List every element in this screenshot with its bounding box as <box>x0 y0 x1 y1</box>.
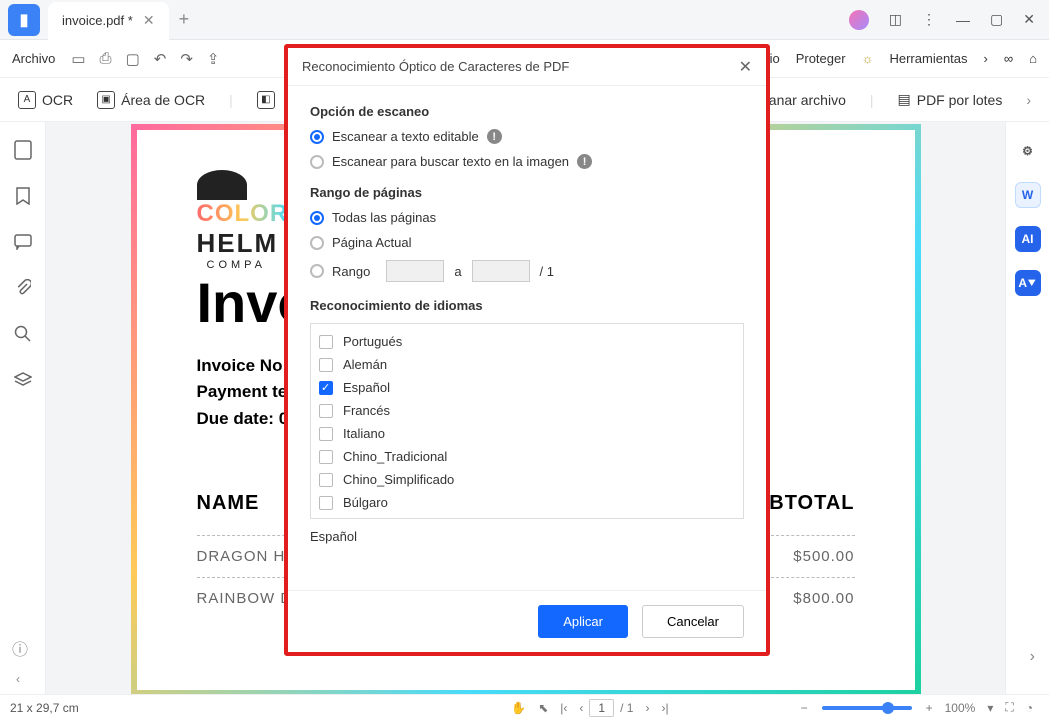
ocr-dialog: Reconocimiento Óptico de Caracteres de P… <box>284 44 770 656</box>
apply-button[interactable]: Aplicar <box>538 605 628 638</box>
checkbox-icon <box>319 450 333 464</box>
selected-languages: Español <box>310 529 744 544</box>
radio-icon <box>310 155 324 169</box>
language-option[interactable]: Español <box>319 376 735 399</box>
scan-search-option[interactable]: Escanear para buscar texto en la imagen … <box>310 154 744 169</box>
dialog-title: Reconocimiento Óptico de Caracteres de P… <box>302 59 569 74</box>
scan-editable-option[interactable]: Escanear a texto editable ! <box>310 129 744 144</box>
language-option[interactable]: Búlgaro <box>319 491 735 514</box>
info-icon[interactable]: ! <box>577 154 592 169</box>
radio-icon <box>310 236 324 250</box>
radio-icon <box>310 264 324 278</box>
pages-current-option[interactable]: Página Actual <box>310 235 744 250</box>
language-option[interactable]: Alemán <box>319 353 735 376</box>
checkbox-icon <box>319 335 333 349</box>
radio-icon <box>310 211 324 225</box>
pages-section-title: Rango de páginas <box>310 185 744 200</box>
pages-all-option[interactable]: Todas las páginas <box>310 210 744 225</box>
checkbox-icon <box>319 519 333 520</box>
checkbox-icon <box>319 427 333 441</box>
lang-section-title: Reconocimiento de idiomas <box>310 298 744 313</box>
cancel-button[interactable]: Cancelar <box>642 605 744 638</box>
language-option[interactable]: Catalán <box>319 514 735 519</box>
info-icon[interactable]: ! <box>487 129 502 144</box>
checkbox-icon <box>319 473 333 487</box>
language-option[interactable]: Chino_Tradicional <box>319 445 735 468</box>
pages-range-option[interactable]: Rango a / 1 <box>310 260 744 282</box>
modal-overlay: Reconocimiento Óptico de Caracteres de P… <box>0 0 1049 720</box>
language-option[interactable]: Francés <box>319 399 735 422</box>
scan-section-title: Opción de escaneo <box>310 104 744 119</box>
checkbox-icon <box>319 496 333 510</box>
language-list[interactable]: PortuguésAlemánEspañolFrancésItalianoChi… <box>310 323 744 519</box>
dialog-header: Reconocimiento Óptico de Caracteres de P… <box>288 48 766 86</box>
checkbox-icon <box>319 381 333 395</box>
language-option[interactable]: Chino_Simplificado <box>319 468 735 491</box>
radio-icon <box>310 130 324 144</box>
checkbox-icon <box>319 358 333 372</box>
language-option[interactable]: Portugués <box>319 330 735 353</box>
language-option[interactable]: Italiano <box>319 422 735 445</box>
checkbox-icon <box>319 404 333 418</box>
close-dialog-icon[interactable]: ✕ <box>739 57 752 77</box>
range-from-input[interactable] <box>386 260 444 282</box>
dialog-footer: Aplicar Cancelar <box>288 590 766 652</box>
range-to-input[interactable] <box>472 260 530 282</box>
